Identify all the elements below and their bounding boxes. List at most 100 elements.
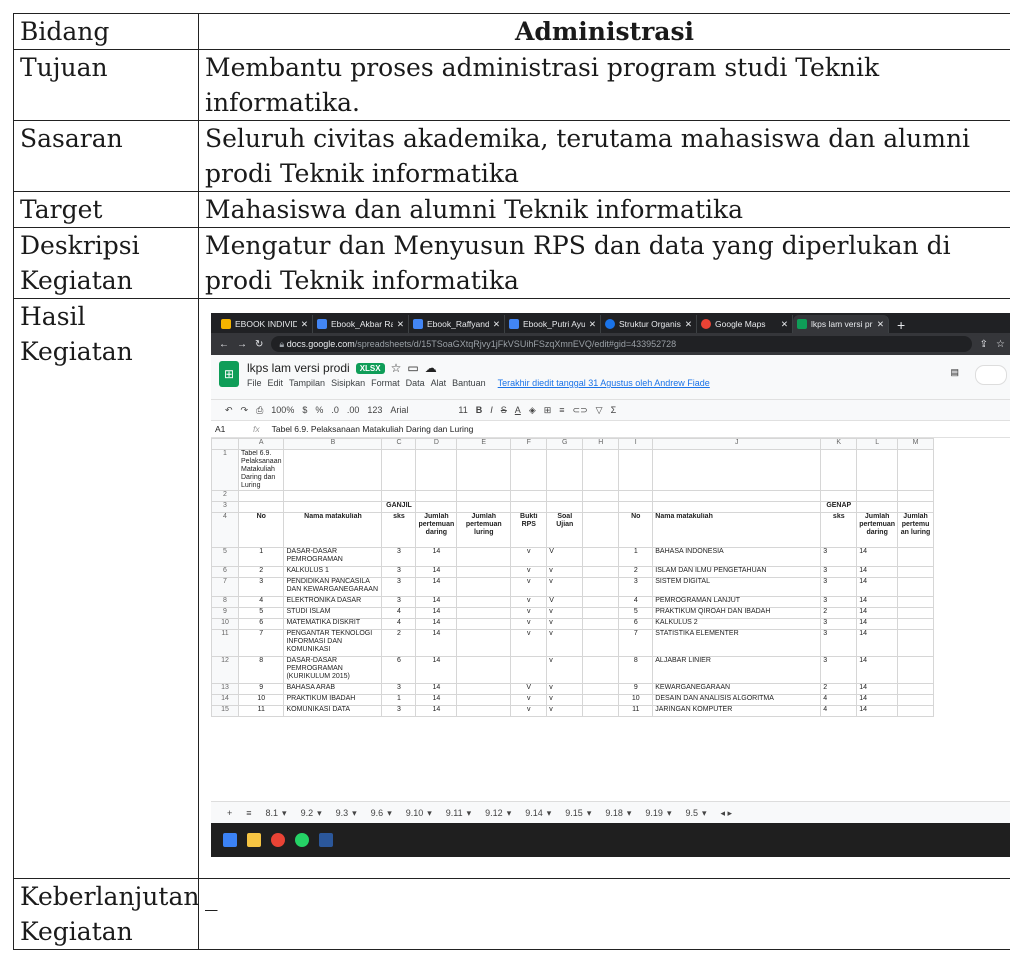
chevron-down-icon[interactable]: ▾ [427, 808, 432, 819]
table-cell[interactable] [456, 607, 512, 619]
table-cell[interactable]: 14 [415, 656, 458, 684]
table-cell[interactable]: v [546, 577, 584, 597]
table-cell[interactable] [456, 547, 512, 567]
row-header[interactable]: 12 [211, 656, 239, 684]
table-cell[interactable] [456, 596, 512, 608]
table-cell[interactable]: v [510, 577, 548, 597]
column-title[interactable]: Jumlah pertemuan daring [415, 512, 458, 548]
table-cell[interactable] [510, 501, 548, 513]
strikethrough-button[interactable]: S [501, 405, 507, 415]
table-cell[interactable]: 9 [237, 683, 285, 695]
row-header[interactable]: 13 [211, 683, 239, 695]
table-cell[interactable]: 14 [415, 607, 458, 619]
table-cell[interactable] [582, 705, 620, 717]
table-cell[interactable]: 3 [820, 577, 858, 597]
table-cell[interactable]: 14 [856, 694, 899, 706]
menu-format[interactable]: Format [371, 378, 400, 388]
table-cell[interactable] [897, 694, 935, 706]
file-explorer-icon[interactable] [247, 833, 261, 847]
table-cell[interactable] [456, 656, 512, 684]
table-cell[interactable] [456, 683, 512, 695]
column-header[interactable]: I [618, 438, 654, 450]
column-header[interactable]: L [856, 438, 899, 450]
table-cell[interactable]: v [510, 618, 548, 630]
table-cell[interactable]: 9 [618, 683, 654, 695]
chevron-down-icon[interactable]: ▾ [627, 808, 632, 819]
table-cell[interactable] [456, 705, 512, 717]
table-cell[interactable]: 14 [856, 705, 899, 717]
table-cell[interactable]: 3 [381, 705, 417, 717]
sheet-tab[interactable]: 9.15 [565, 808, 583, 818]
menu-file[interactable]: File [247, 378, 262, 388]
italic-button[interactable]: I [490, 405, 493, 415]
fill-color-icon[interactable]: ◈ [529, 405, 536, 416]
table-cell[interactable] [897, 618, 935, 630]
table-cell[interactable] [582, 656, 620, 684]
table-cell[interactable]: v [510, 547, 548, 567]
sheet-tab[interactable]: 8.1 [266, 808, 279, 818]
table-cell[interactable]: 1 [381, 694, 417, 706]
table-cell[interactable]: 2 [820, 683, 858, 695]
table-cell[interactable]: KALKULUS 1 [283, 566, 383, 578]
column-title[interactable]: No [618, 512, 654, 548]
table-cell[interactable]: 11 [237, 705, 285, 717]
chevron-down-icon[interactable]: ▾ [547, 808, 552, 819]
table-cell[interactable] [283, 449, 383, 491]
column-header[interactable]: G [546, 438, 584, 450]
folder-icon[interactable]: ▭ [407, 361, 418, 375]
link-icon[interactable]: ⊂⊃ [573, 405, 588, 416]
table-cell[interactable] [897, 490, 935, 502]
sheet-tab[interactable]: 9.2 [301, 808, 314, 818]
menu-data[interactable]: Data [406, 378, 425, 388]
table-cell[interactable]: 7 [618, 629, 654, 657]
table-cell[interactable] [582, 512, 620, 548]
chevron-down-icon[interactable]: ▾ [702, 808, 707, 819]
table-cell[interactable]: 3 [618, 577, 654, 597]
table-cell[interactable] [856, 490, 899, 502]
comment-icon[interactable]: ▤ [950, 367, 959, 378]
decrease-decimal-button[interactable]: .0 [331, 405, 339, 415]
table-cell[interactable] [618, 449, 654, 491]
sheet-tab[interactable]: 9.11 [446, 808, 463, 818]
zoom-select[interactable]: 100% [271, 405, 294, 415]
row-header[interactable]: 1 [211, 449, 239, 491]
cell-reference[interactable]: A1 [215, 424, 241, 434]
table-cell[interactable]: 14 [415, 694, 458, 706]
table-cell[interactable]: 6 [618, 618, 654, 630]
table-cell[interactable]: ALJABAR LINIER [652, 656, 822, 684]
table-cell[interactable]: 2 [618, 566, 654, 578]
table-cell[interactable]: v [546, 705, 584, 717]
table-cell[interactable] [237, 490, 285, 502]
filter-icon[interactable]: ▽ [596, 405, 603, 416]
number-format-select[interactable]: 123 [367, 405, 382, 415]
table-cell[interactable]: 4 [618, 596, 654, 608]
table-cell[interactable]: BAHASA INDONESIA [652, 547, 822, 567]
table-cell[interactable]: KALKULUS 2 [652, 618, 822, 630]
table-cell[interactable] [381, 490, 417, 502]
table-cell[interactable]: 8 [237, 656, 285, 684]
table-cell[interactable] [283, 501, 383, 513]
table-cell[interactable] [897, 449, 935, 491]
menu-help[interactable]: Bantuan [452, 378, 486, 388]
row-header[interactable]: 9 [211, 607, 239, 619]
table-cell[interactable] [456, 449, 512, 491]
row-header[interactable]: 11 [211, 629, 239, 657]
menu-edit[interactable]: Edit [268, 378, 284, 388]
table-cell[interactable] [456, 577, 512, 597]
column-title[interactable]: Jumlah pertemuan luring [456, 512, 512, 548]
table-cell[interactable]: MATEMATIKA DISKRIT [283, 618, 383, 630]
chrome-icon[interactable] [271, 833, 285, 847]
column-header[interactable]: D [415, 438, 458, 450]
chevron-down-icon[interactable]: ▾ [667, 808, 672, 819]
chevron-down-icon[interactable]: ▾ [587, 808, 592, 819]
table-cell[interactable]: 5 [618, 607, 654, 619]
table-cell[interactable]: PENDIDIKAN PANCASILA DAN KEWARGANEGARAAN [283, 577, 383, 597]
table-cell[interactable]: 7 [237, 629, 285, 657]
table-cell[interactable] [582, 566, 620, 578]
back-icon[interactable]: ← [219, 339, 229, 350]
title-cell[interactable]: Tabel 6.9. Pelaksanaan Matakuliah Daring… [237, 449, 285, 491]
functions-icon[interactable]: Σ [611, 405, 617, 415]
table-cell[interactable]: 14 [415, 547, 458, 567]
table-cell[interactable]: v [510, 566, 548, 578]
table-cell[interactable] [897, 501, 935, 513]
